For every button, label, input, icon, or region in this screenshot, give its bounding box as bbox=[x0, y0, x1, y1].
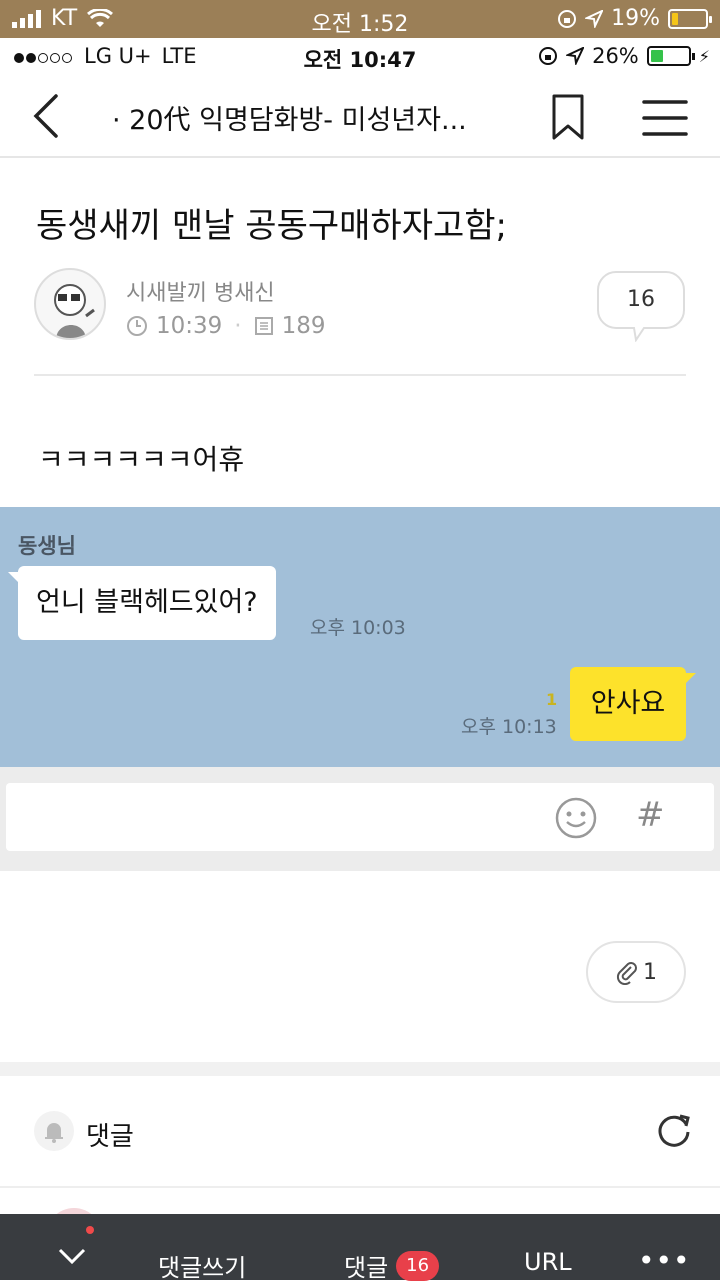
comment-count-button[interactable]: 16 bbox=[596, 270, 686, 343]
comments-badge: 16 bbox=[396, 1250, 440, 1281]
divider bbox=[34, 374, 686, 376]
bookmark-icon[interactable] bbox=[546, 92, 590, 142]
outer-battery-percent: 19% bbox=[611, 6, 660, 31]
section-separator bbox=[0, 1062, 720, 1076]
hamburger-menu-icon[interactable] bbox=[640, 96, 690, 140]
outer-status-bar: KT 오전 1:52 19% bbox=[0, 0, 720, 38]
notification-dot bbox=[86, 1226, 94, 1234]
meta-separator: · bbox=[234, 313, 242, 339]
rotation-lock-icon bbox=[539, 47, 558, 65]
url-button[interactable]: URL bbox=[524, 1248, 572, 1276]
chat-sender-name: 동생님 bbox=[18, 534, 76, 558]
received-message-time: 오후 10:03 bbox=[310, 617, 406, 639]
rotation-lock-icon bbox=[558, 9, 577, 28]
nav-title: · 20代 익명담화방- 미성년자... bbox=[112, 105, 467, 136]
more-button[interactable]: ••• bbox=[638, 1244, 691, 1277]
back-chevron-icon[interactable] bbox=[22, 90, 74, 142]
sent-message-time: 오후 10:13 bbox=[461, 716, 557, 738]
unread-count: 1 bbox=[546, 690, 558, 709]
bottom-action-bar: 댓글쓰기 댓글 16 URL ••• bbox=[0, 1214, 720, 1283]
comments-button[interactable]: 댓글 16 bbox=[344, 1248, 440, 1283]
inner-battery-percent: 26% bbox=[592, 44, 639, 68]
bell-icon[interactable] bbox=[34, 1111, 74, 1151]
views-icon bbox=[254, 317, 273, 335]
battery-icon bbox=[646, 46, 695, 66]
view-count: 189 bbox=[281, 313, 326, 339]
charging-icon: ⚡ bbox=[698, 46, 710, 66]
comments-button-label: 댓글 bbox=[344, 1254, 389, 1282]
location-icon bbox=[585, 9, 604, 28]
author-name[interactable]: 시새발끼 병새신 bbox=[126, 275, 275, 307]
post-body-text: ㅋㅋㅋㅋㅋㅋ어휴 bbox=[38, 443, 245, 476]
inner-status-bar: LG U+ LTE 오전 10:47 26% ⚡ bbox=[0, 38, 720, 76]
post-time: 10:39 bbox=[156, 313, 223, 339]
attachment-button[interactable]: 1 bbox=[586, 941, 686, 1003]
hashtag-icon: # bbox=[636, 795, 665, 835]
clock-icon bbox=[127, 316, 147, 336]
post-meta: 10:39 · 189 bbox=[126, 313, 326, 339]
location-icon bbox=[566, 47, 585, 65]
chevron-down-icon[interactable] bbox=[52, 1228, 92, 1268]
author-avatar[interactable] bbox=[34, 268, 106, 340]
refresh-icon[interactable] bbox=[654, 1110, 694, 1150]
post-title: 동생새끼 맨날 공동구매하자고함; bbox=[36, 206, 507, 246]
battery-icon bbox=[668, 8, 712, 29]
avatar-illustration-icon bbox=[54, 284, 95, 338]
comment-count-value: 16 bbox=[627, 287, 655, 312]
comments-label: 댓글 bbox=[86, 1122, 134, 1152]
paperclip-icon bbox=[616, 962, 637, 985]
attachment-count: 1 bbox=[643, 959, 657, 985]
chat-input-box bbox=[6, 783, 714, 851]
nav-bar: · 20代 익명담화방- 미성년자... bbox=[0, 76, 720, 158]
write-comment-button[interactable]: 댓글쓰기 bbox=[158, 1248, 246, 1283]
received-message-bubble: 언니 블랙헤드있어? bbox=[8, 566, 276, 640]
sent-message-bubble: 안사요 bbox=[570, 667, 696, 741]
emoji-icon bbox=[555, 797, 597, 839]
